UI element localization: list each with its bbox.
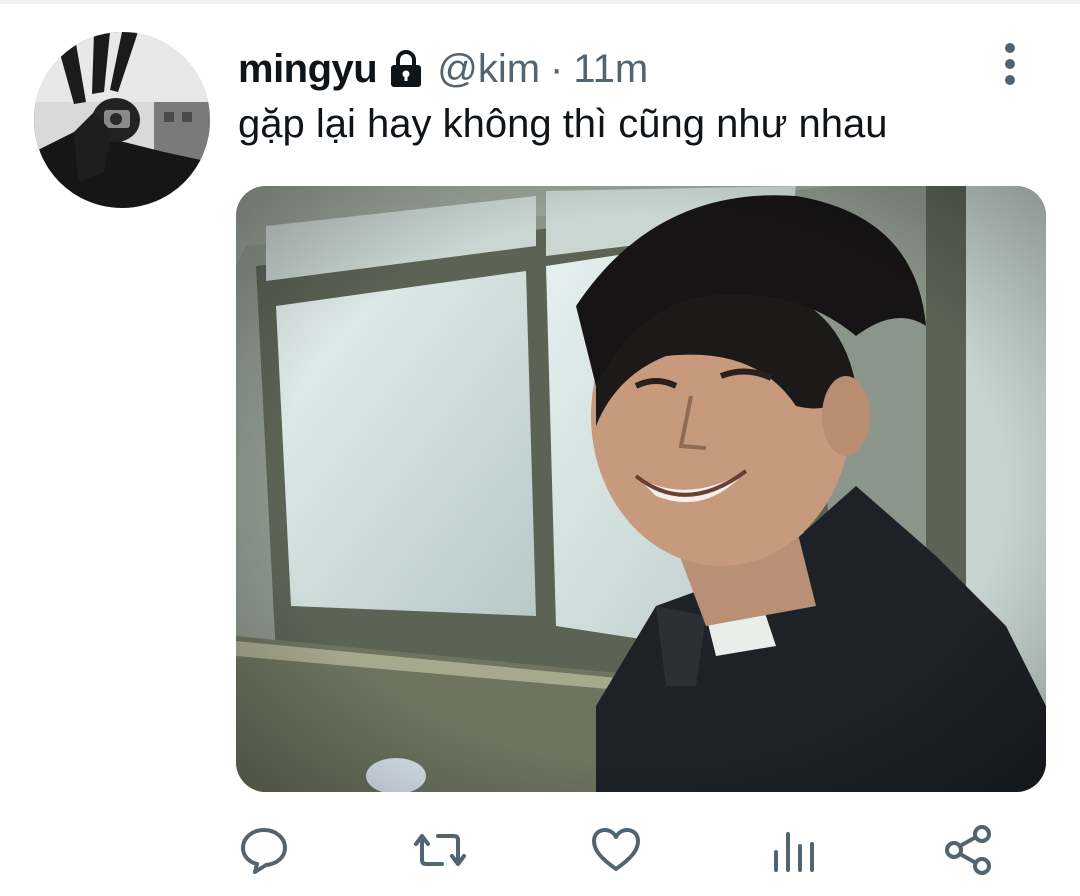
vertical-ellipsis-icon bbox=[1005, 43, 1015, 85]
share-nodes-icon bbox=[945, 825, 991, 875]
retweet-arrows-icon bbox=[414, 834, 466, 866]
heart-icon bbox=[592, 828, 640, 871]
tweet-photo bbox=[236, 186, 1046, 792]
retweet-button[interactable] bbox=[412, 822, 468, 878]
reply-button[interactable] bbox=[236, 822, 292, 878]
like-button[interactable] bbox=[588, 822, 644, 878]
share-button[interactable] bbox=[940, 822, 996, 878]
bar-chart-icon bbox=[774, 832, 814, 872]
speech-bubble-icon bbox=[241, 828, 287, 874]
avatar-photo bbox=[34, 32, 210, 208]
lock-icon bbox=[389, 49, 423, 89]
tweet-card[interactable]: mingyu @kim · 11m gặp lại hay không thì … bbox=[0, 4, 1080, 896]
timestamp[interactable]: 11m bbox=[573, 47, 648, 92]
separator-dot: · bbox=[550, 46, 564, 91]
tweet-media-photo[interactable] bbox=[236, 186, 1046, 792]
avatar[interactable] bbox=[34, 32, 210, 208]
analytics-button[interactable] bbox=[764, 822, 820, 878]
user-handle[interactable]: @kim bbox=[437, 47, 540, 92]
action-bar bbox=[0, 822, 1080, 882]
tweet-text: gặp lại hay không thì cũng như nhau bbox=[238, 102, 888, 146]
more-options-button[interactable] bbox=[990, 40, 1030, 88]
display-name[interactable]: mingyu bbox=[238, 47, 378, 92]
tweet-header: mingyu @kim · 11m bbox=[238, 44, 648, 94]
